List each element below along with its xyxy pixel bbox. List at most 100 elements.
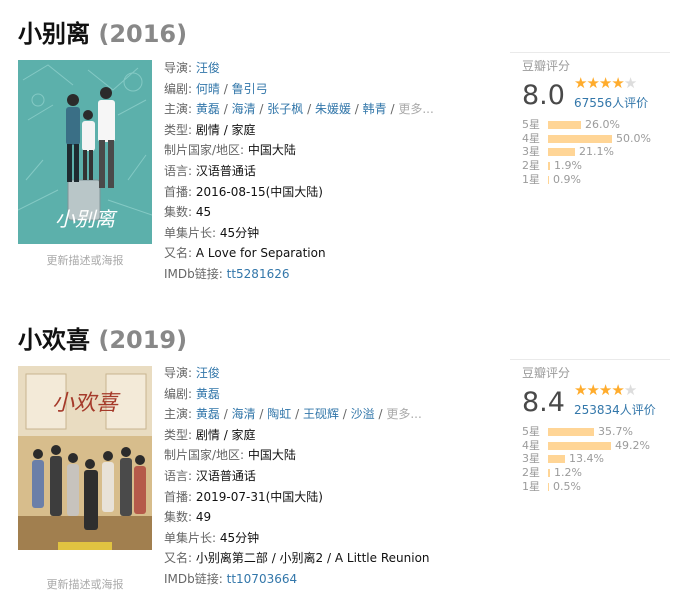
subject-name: 小别离	[18, 20, 90, 48]
poster-title-text: 小欢喜	[52, 391, 121, 416]
director-link[interactable]: 汪俊	[196, 366, 220, 380]
rating-bar	[548, 441, 611, 450]
aka-label: 又名:	[164, 246, 193, 261]
star-icon: ★	[586, 381, 599, 399]
rating-label: 豆瓣评分	[522, 59, 571, 73]
language-value: 汉语普通话	[195, 163, 256, 178]
star-icon: ★	[586, 74, 599, 92]
votes-link[interactable]: 253834人评价	[574, 401, 656, 418]
rating-distribution: 5星 26.0% 4星 50.0% 3星 21.1% 2星 1.9% 1星 0.9%	[522, 118, 682, 186]
cast-link[interactable]: 朱媛媛	[315, 102, 351, 116]
rating-bar	[548, 121, 581, 129]
rating-row: 5星 35.7%	[522, 425, 682, 439]
genre-label: 类型:	[164, 427, 193, 442]
rating-row: 3星 21.1%	[522, 145, 682, 159]
star-level: 4星	[522, 131, 540, 145]
cast-link[interactable]: 张子枫	[267, 102, 303, 116]
cast-label: 主演:	[164, 407, 193, 422]
cast-label: 主演:	[164, 102, 193, 117]
director-label: 导演:	[164, 366, 193, 380]
country-value: 中国大陆	[247, 448, 296, 463]
rating-bar	[548, 469, 550, 478]
writer-label: 编剧:	[164, 81, 193, 96]
episodes-label: 集数:	[164, 510, 193, 525]
premiere-label: 首播:	[164, 184, 193, 199]
poster-image[interactable]: 小欢喜	[18, 366, 152, 550]
language-value: 汉语普通话	[195, 468, 256, 483]
cast-link[interactable]: 陶虹	[267, 407, 291, 421]
premiere-value: 2019-07-31(中国大陆)	[195, 489, 323, 504]
rating-bar	[548, 134, 612, 143]
imdb-link[interactable]: tt5281626	[227, 267, 290, 281]
imdb-label: IMDb链接:	[164, 266, 223, 281]
rating-percent: 35.7%	[598, 425, 633, 438]
episodes-value: 45	[195, 205, 212, 220]
cast-link[interactable]: 海清	[232, 102, 256, 116]
star-icon: ★	[623, 381, 637, 399]
rating-row: 4星 50.0%	[522, 132, 682, 146]
star-level: 3星	[522, 452, 540, 466]
imdb-link[interactable]: tt10703664	[227, 572, 298, 586]
rating-percent: 21.1%	[579, 145, 614, 159]
country-value: 中国大陆	[247, 143, 296, 158]
subject-title: 小欢喜 (2019)	[18, 320, 187, 355]
poster-image[interactable]: 小别离	[18, 60, 152, 244]
rating-percent: 1.9%	[554, 159, 582, 173]
cast-link[interactable]: 王砚辉	[303, 407, 339, 421]
director-link[interactable]: 汪俊	[196, 61, 220, 75]
info-panel: 导演: 汪俊 编剧: 黄磊 主演: 黄磊 / 海清 / 陶虹 / 王砚辉 / 沙…	[164, 366, 430, 586]
update-poster-link[interactable]: 更新描述或海报	[18, 252, 152, 268]
subject-title: 小别离 (2016)	[18, 14, 187, 49]
rating-percent: 26.0%	[585, 118, 620, 131]
runtime-value: 45分钟	[219, 530, 260, 545]
rating-row: 4星 49.2%	[522, 439, 682, 453]
country-label: 制片国家/地区:	[164, 448, 245, 463]
cast-link[interactable]: 黄磊	[196, 407, 220, 421]
writer-link[interactable]: 何晴	[196, 82, 220, 96]
rating-row: 2星 1.2%	[522, 466, 682, 480]
country-label: 制片国家/地区:	[164, 143, 245, 158]
cast-link[interactable]: 韩青	[363, 102, 387, 116]
rating-distribution: 5星 35.7% 4星 49.2% 3星 13.4% 2星 1.2% 1星 0.5%	[522, 425, 682, 493]
star-level: 2星	[522, 159, 540, 173]
rating-percent: 0.9%	[553, 172, 581, 186]
aka-label: 又名:	[164, 551, 193, 566]
rating-score: 8.4	[522, 387, 565, 418]
more-cast-link[interactable]: 更多...	[398, 102, 433, 116]
votes-link[interactable]: 67556人评价	[574, 94, 648, 111]
language-label: 语言:	[164, 163, 193, 178]
rating-score: 8.0	[522, 80, 565, 111]
premiere-label: 首播:	[164, 489, 193, 504]
cast-link[interactable]: 黄磊	[196, 102, 220, 116]
rating-row: 1星 0.9%	[522, 173, 682, 187]
runtime-value: 45分钟	[219, 225, 260, 240]
cast-link[interactable]: 沙溢	[351, 407, 375, 421]
runtime-label: 单集片长:	[164, 225, 217, 240]
writer-link[interactable]: 鲁引弓	[232, 82, 268, 96]
star-icon: ★	[623, 74, 637, 92]
genre-label: 类型:	[164, 122, 193, 137]
star-level: 4星	[522, 438, 540, 452]
imdb-label: IMDb链接:	[164, 571, 223, 586]
rating-bar	[548, 428, 594, 436]
rating-bar	[548, 455, 565, 464]
star-level: 5星	[522, 425, 540, 438]
subject-name: 小欢喜	[18, 326, 90, 354]
rating-percent: 50.0%	[616, 131, 651, 145]
language-label: 语言:	[164, 468, 193, 483]
writer-link[interactable]: 黄磊	[196, 387, 220, 401]
rating-row: 2星 1.9%	[522, 159, 682, 173]
premiere-value: 2016-08-15(中国大陆)	[195, 184, 323, 199]
more-cast-link[interactable]: 更多...	[386, 407, 421, 421]
star-level: 5星	[522, 118, 540, 131]
genre-value: 剧情 / 家庭	[195, 122, 256, 137]
subject-year: (2016)	[98, 20, 188, 48]
aka-value: 小别离第二部 / 小别离2 / A Little Reunion	[195, 551, 430, 566]
star-icon: ★	[611, 74, 624, 92]
rating-bar	[548, 482, 549, 491]
rating-stars: ★★★★★	[574, 381, 637, 399]
rating-bar	[548, 175, 549, 184]
cast-link[interactable]: 海清	[232, 407, 256, 421]
update-poster-link[interactable]: 更新描述或海报	[18, 576, 152, 592]
director-label: 导演:	[164, 61, 193, 75]
